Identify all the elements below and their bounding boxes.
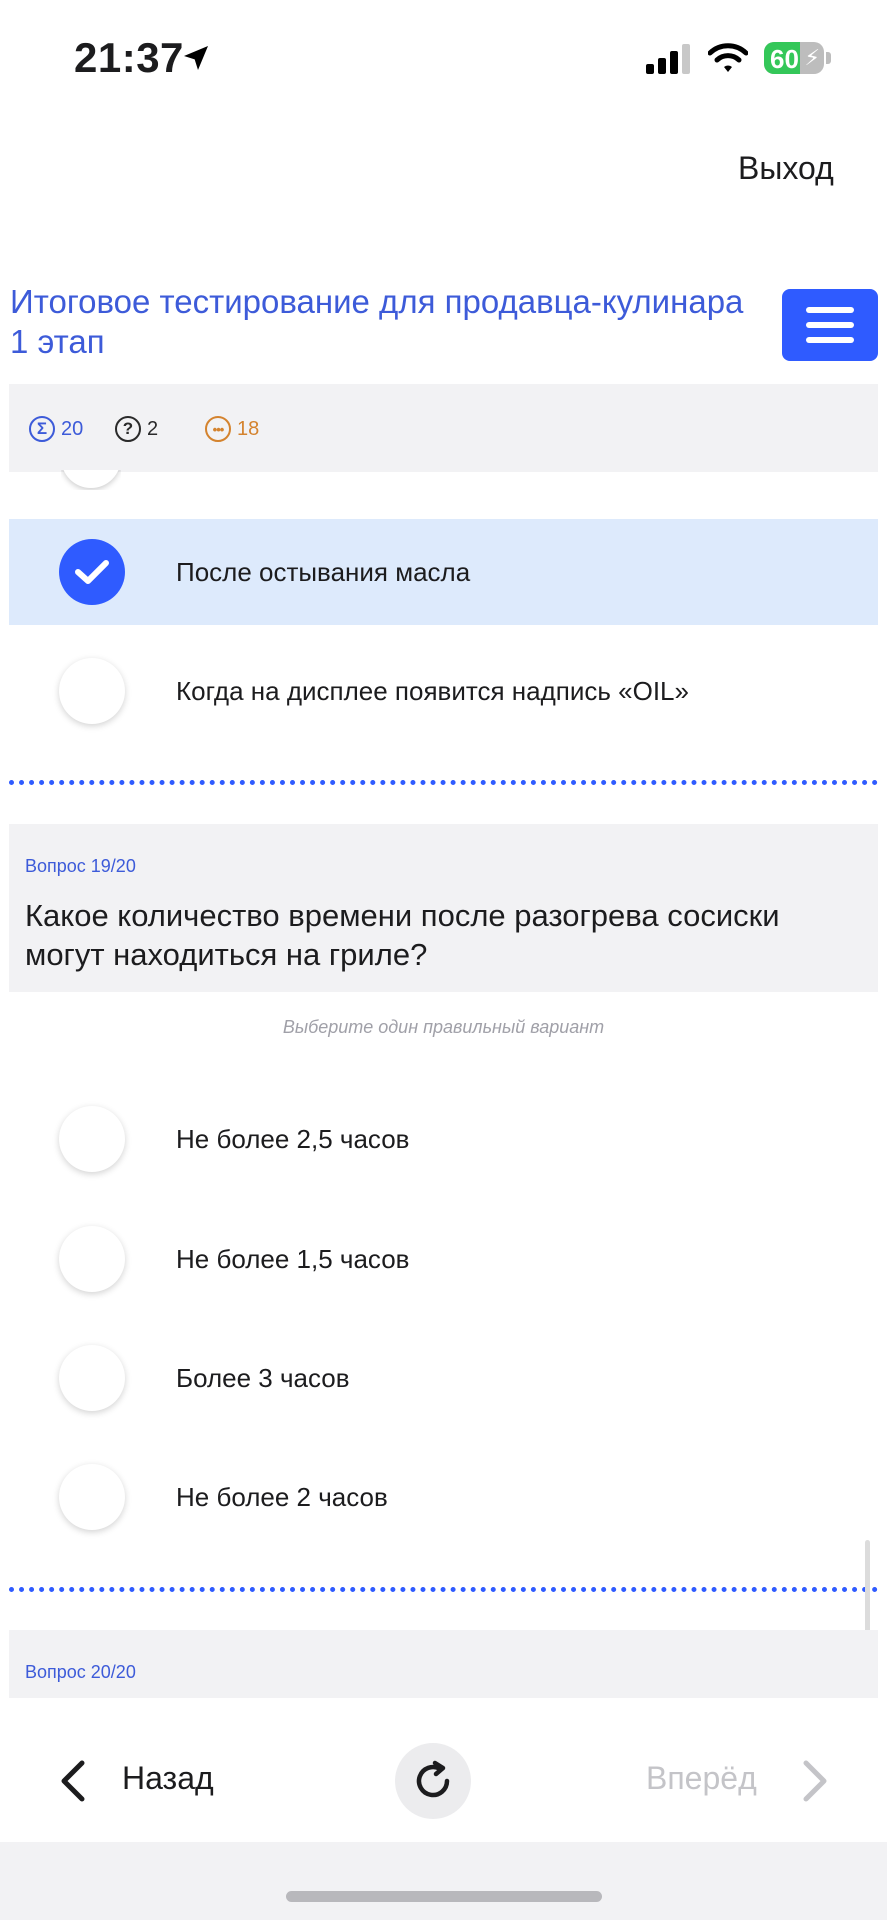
answer-option-label: Не более 2,5 часов <box>176 1124 410 1154</box>
hamburger-menu-icon <box>806 337 854 343</box>
radio-button[interactable] <box>59 1345 125 1411</box>
reload-button[interactable] <box>395 1743 471 1819</box>
answer-option[interactable]: Не более 2 часов <box>9 1444 878 1550</box>
chevron-left-icon[interactable] <box>58 1760 88 1802</box>
question-divider <box>9 780 878 785</box>
answer-hint: Выберите один правильный вариант <box>282 1017 605 1037</box>
question-card: Вопрос 19/20 Какое количество времени по… <box>9 824 878 992</box>
battery-level: 60 <box>770 44 799 74</box>
answer-option[interactable]: Более 3 часов <box>9 1325 878 1431</box>
radio-button[interactable] <box>59 1226 125 1292</box>
page-title: Итоговое тестирование для продавца-кулин… <box>10 283 744 360</box>
stat-total-value: 20 <box>61 417 84 440</box>
stats-bar: Σ 20 ? 2 ••• 18 <box>9 384 878 472</box>
home-indicator[interactable] <box>286 1891 602 1902</box>
question-icon: ? <box>115 416 141 442</box>
sigma-icon: Σ <box>29 416 55 442</box>
radio-button[interactable] <box>59 1464 125 1530</box>
ellipsis-icon: ••• <box>205 416 231 442</box>
answer-option[interactable]: Когда на дисплее появится надпись «OIL» <box>9 638 878 744</box>
question-text: Какое количество времени после разогрева… <box>25 898 780 972</box>
radio-button[interactable] <box>59 1106 125 1172</box>
wifi-icon <box>708 43 748 72</box>
exit-button[interactable]: Выход <box>738 150 834 187</box>
answer-option-label: Не более 2 часов <box>176 1482 388 1512</box>
scrollbar[interactable] <box>865 1540 870 1634</box>
forward-button[interactable]: Вперёд <box>646 1760 757 1797</box>
stat-answered-value: 2 <box>147 417 159 440</box>
answer-option-label: Не более 1,5 часов <box>176 1244 410 1274</box>
question-card: Вопрос 20/20 <box>9 1630 878 1698</box>
stat-remaining: ••• 18 <box>205 416 259 442</box>
checkmark-radio-icon[interactable] <box>59 539 125 605</box>
hamburger-menu-icon <box>806 322 854 328</box>
answer-option-selected[interactable]: После остывания масла <box>9 519 878 625</box>
stat-answered: ? 2 <box>115 416 158 442</box>
stat-total: Σ 20 <box>29 416 83 442</box>
answer-option[interactable]: Не более 2,5 часов <box>9 1086 878 1192</box>
battery-charging-icon: 60 ⚡ <box>764 42 824 74</box>
radio-button-partial[interactable] <box>61 470 121 490</box>
radio-button[interactable] <box>59 658 125 724</box>
question-divider <box>9 1587 878 1592</box>
chevron-right-icon[interactable] <box>800 1760 830 1802</box>
answer-option-label: После остывания масла <box>176 557 471 587</box>
question-number: Вопрос 19/20 <box>25 856 136 876</box>
home-indicator-area <box>0 1842 887 1920</box>
cellular-signal-icon <box>646 44 690 74</box>
answer-option-label: Когда на дисплее появится надпись «OIL» <box>176 676 689 706</box>
checkmark-icon <box>75 560 109 584</box>
question-number: Вопрос 20/20 <box>25 1662 136 1682</box>
bolt-icon: ⚡ <box>804 45 820 70</box>
status-time: 21:37 <box>74 34 184 81</box>
back-button[interactable]: Назад <box>122 1760 214 1797</box>
stat-remaining-value: 18 <box>237 417 260 440</box>
menu-button[interactable] <box>782 289 878 361</box>
location-arrow-icon <box>184 46 208 70</box>
reload-icon <box>416 1760 450 1798</box>
answer-option-label: Более 3 часов <box>176 1363 350 1393</box>
battery-tip <box>826 52 831 64</box>
answer-option[interactable]: Не более 1,5 часов <box>9 1206 878 1312</box>
hamburger-menu-icon <box>806 307 854 313</box>
